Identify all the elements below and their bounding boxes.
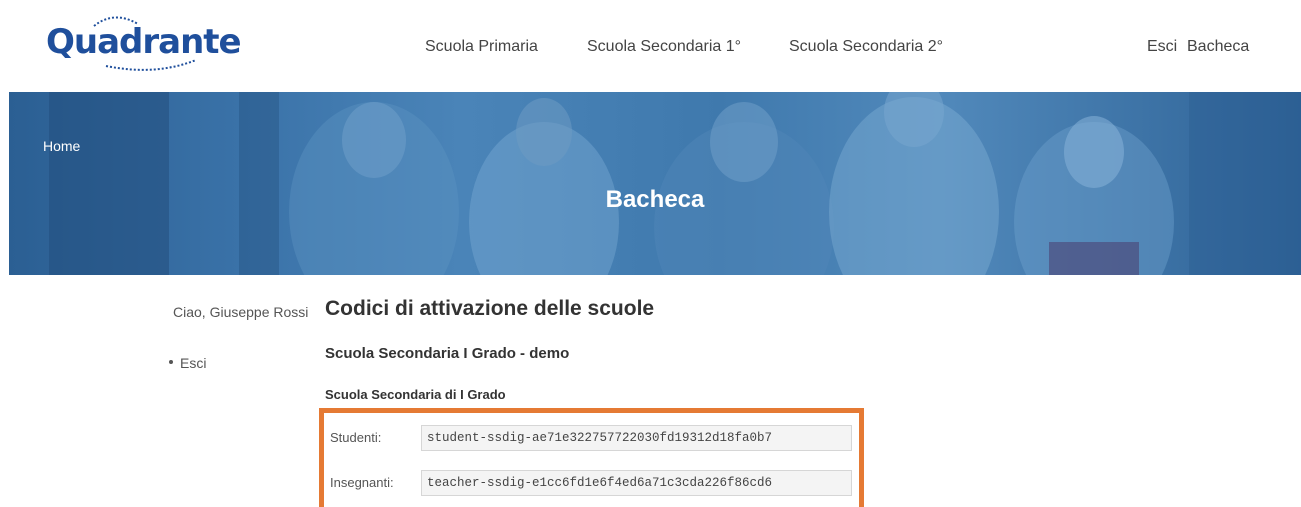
breadcrumb-home[interactable]: Home — [43, 138, 80, 154]
school-name: Scuola Secondaria I Grado - demo — [325, 345, 570, 362]
bullet-icon — [169, 360, 173, 365]
activation-codes-box: Studenti: student-ssdig-ae71e32275772203… — [319, 408, 864, 507]
page-title: Bacheca — [605, 186, 705, 213]
grade-title: Scuola Secondaria di I Grado — [325, 387, 506, 402]
section-title: Codici di attivazione delle scuole — [325, 297, 655, 320]
hero-banner: Home Bacheca — [9, 92, 1301, 275]
nav-scuola-primaria[interactable]: Scuola Primaria — [425, 38, 538, 56]
student-code-field[interactable]: student-ssdig-ae71e322757722030fd19312d1… — [421, 425, 852, 451]
nav-scuola-secondaria-2[interactable]: Scuola Secondaria 2° — [789, 38, 943, 56]
sidebar-item-label: Esci — [180, 355, 207, 371]
nav-esci[interactable]: Esci — [1147, 38, 1177, 56]
code-row-studenti: Studenti: student-ssdig-ae71e32275772203… — [330, 425, 852, 451]
nav-scuola-secondaria-1[interactable]: Scuola Secondaria 1° — [587, 38, 741, 56]
user-greeting: Ciao, Giuseppe Rossi — [173, 304, 309, 320]
code-label: Insegnanti: — [330, 475, 394, 490]
nav-bacheca[interactable]: Bacheca — [1187, 38, 1249, 56]
sidebar-menu: Esci — [169, 355, 206, 371]
banner-photo-image — [49, 92, 1301, 275]
code-label: Studenti: — [330, 430, 382, 445]
site-header: Quadrante Scuola Primaria Scuola Seconda… — [0, 0, 1301, 92]
sidebar-item-esci[interactable]: Esci — [169, 355, 206, 371]
main-nav: Scuola Primaria Scuola Secondaria 1° Scu… — [0, 38, 1301, 60]
code-row-insegnanti: Insegnanti: teacher-ssdig-e1cc6fd1e6f4ed… — [330, 470, 852, 496]
teacher-code-field[interactable]: teacher-ssdig-e1cc6fd1e6f4ed6a71c3cda226… — [421, 470, 852, 496]
